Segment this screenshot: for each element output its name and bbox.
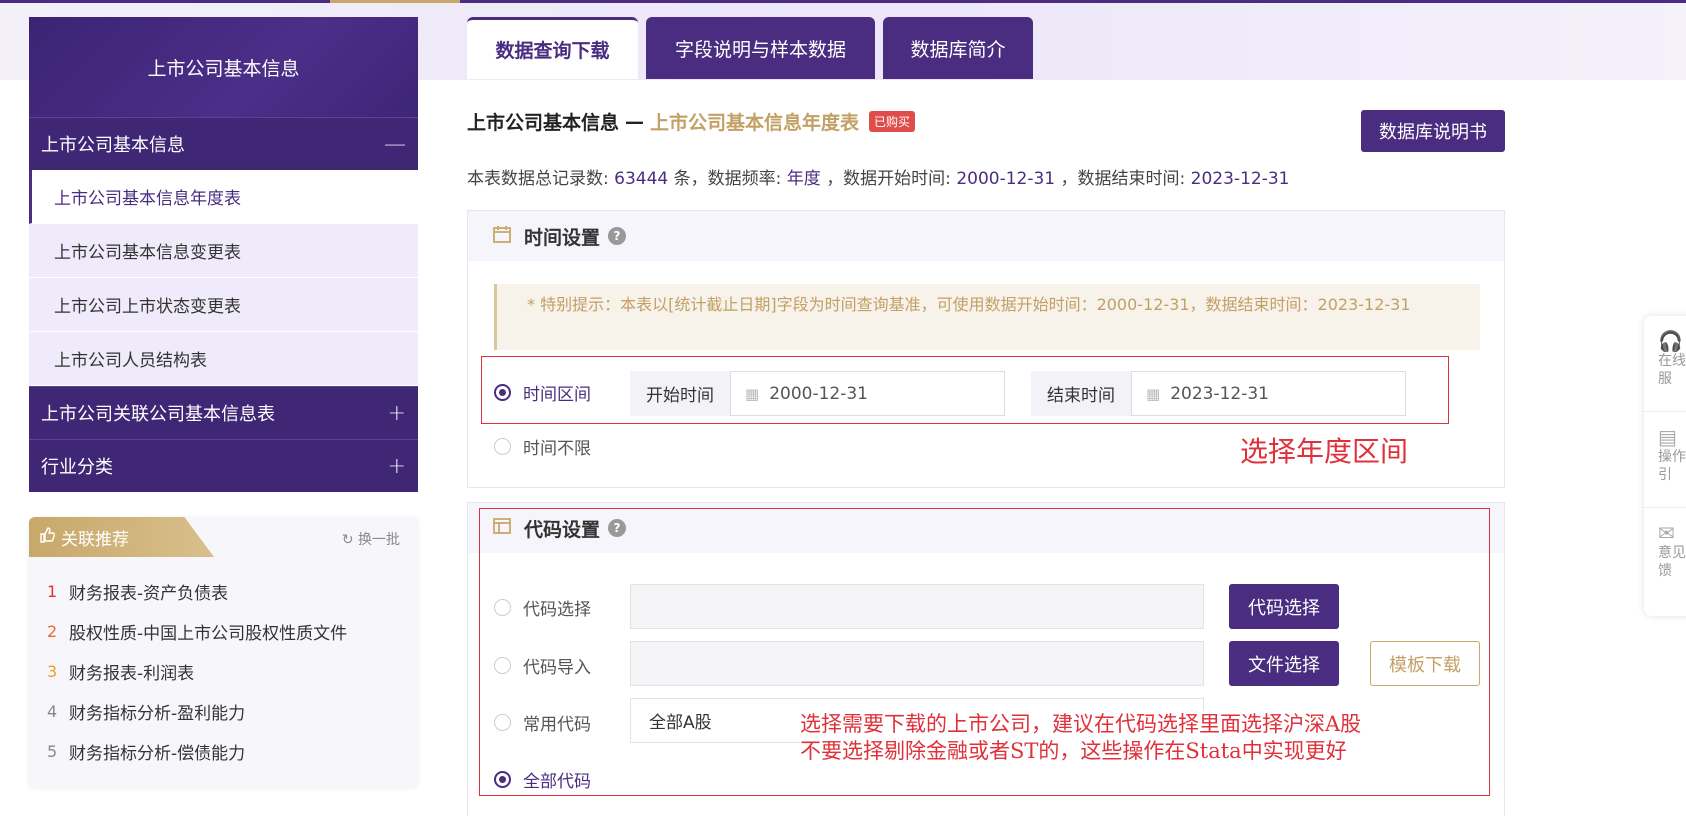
tab-data-query[interactable]: 数据查询下载 xyxy=(467,17,638,79)
recommend-list: 1 财务报表-资产负债表 2 股权性质-中国上市公司股权性质文件 3 财务报表-利润表… xyxy=(29,557,418,771)
sidebar-group-label: 上市公司基本信息 xyxy=(41,135,185,156)
time-notice: * 特别提示：本表以[统计截止日期]字段为时间查询基准，可使用数据开始时间：20… xyxy=(494,284,1480,350)
recommend-tab: 关联推荐 xyxy=(29,517,214,557)
top-gold-accent xyxy=(330,0,460,3)
radio-time-unlimited[interactable]: 时间不限 xyxy=(494,434,591,459)
floating-service-bar: 🎧 在线客服 ▤ 操作指引 ✉ 意见反馈 xyxy=(1644,316,1686,616)
sidebar-group-affiliates[interactable]: 上市公司关联公司基本信息表 + xyxy=(29,386,418,439)
calendar-icon xyxy=(492,224,512,249)
table-name: 上市公司基本信息年度表 xyxy=(650,112,860,134)
table-stats: 本表数据总记录数: 63444 条，数据频率: 年度 ，数据开始时间: 2000… xyxy=(467,169,1290,189)
guide-icon: ▤ xyxy=(1658,425,1677,449)
related-recommend-box: 关联推荐 ↻ 换一批 1 财务报表-资产负债表 2 股权性质-中国上市公司股权性质文… xyxy=(29,517,418,787)
purchased-badge: 已购买 xyxy=(869,111,916,132)
headset-icon: 🎧 xyxy=(1658,329,1683,353)
operation-guide-button[interactable]: ▤ 操作指引 xyxy=(1644,412,1686,508)
annotation-text-time: 选择年度区间 xyxy=(1240,435,1409,468)
recommend-item[interactable]: 4 财务指标分析-盈利能力 xyxy=(47,691,418,731)
recommend-item[interactable]: 5 财务指标分析-偿债能力 xyxy=(47,731,418,771)
sidebar-item-staff-structure[interactable]: 上市公司人员结构表 xyxy=(29,332,418,386)
db-manual-button[interactable]: 数据库说明书 xyxy=(1361,110,1505,152)
time-settings-header: 时间设置 ? xyxy=(468,211,1504,261)
recommend-item[interactable]: 2 股权性质-中国上市公司股权性质文件 xyxy=(47,611,418,651)
refresh-icon: ↻ xyxy=(341,532,354,548)
tab-db-intro[interactable]: 数据库简介 xyxy=(883,17,1033,79)
sidebar-header: 上市公司基本信息 xyxy=(29,17,418,117)
sidebar: 上市公司基本信息 上市公司基本信息 — 上市公司基本信息年度表 上市公司基本信息… xyxy=(29,17,418,492)
main-tabs: 数据查询下载 字段说明与样本数据 数据库简介 xyxy=(467,17,1033,79)
sidebar-item-listing-status[interactable]: 上市公司上市状态变更表 xyxy=(29,278,418,332)
page-title: 上市公司基本信息 — 上市公司基本信息年度表 已购买 xyxy=(467,108,916,135)
sidebar-group-basic-info[interactable]: 上市公司基本信息 — xyxy=(29,117,418,170)
refresh-batch-link[interactable]: ↻ 换一批 xyxy=(342,529,400,549)
annotation-text-code: 选择需要下载的上市公司，建议在代码选择里面选择沪深A股 不要选择剔除金融或者ST… xyxy=(800,711,1362,765)
top-accent-line xyxy=(0,0,1686,3)
sidebar-item-change[interactable]: 上市公司基本信息变更表 xyxy=(29,224,418,278)
sidebar-group-label: 行业分类 xyxy=(41,457,113,478)
radio-button[interactable] xyxy=(494,438,511,455)
feedback-button[interactable]: ✉ 意见反馈 xyxy=(1644,508,1686,604)
collapse-icon[interactable]: — xyxy=(384,132,406,157)
expand-icon[interactable]: + xyxy=(388,454,406,479)
feedback-icon: ✉ xyxy=(1658,521,1675,545)
online-service-button[interactable]: 🎧 在线客服 xyxy=(1644,316,1686,412)
tab-field-description[interactable]: 字段说明与样本数据 xyxy=(646,17,875,79)
sidebar-group-label: 上市公司关联公司基本信息表 xyxy=(41,404,275,425)
recommend-item[interactable]: 3 财务报表-利润表 xyxy=(47,651,418,691)
thumbs-up-icon xyxy=(39,526,56,548)
sidebar-group-industry[interactable]: 行业分类 + xyxy=(29,439,418,492)
annotation-box-time xyxy=(481,356,1449,424)
expand-icon[interactable]: + xyxy=(388,401,406,426)
sidebar-item-annual[interactable]: 上市公司基本信息年度表 xyxy=(29,170,418,224)
recommend-item[interactable]: 1 财务报表-资产负债表 xyxy=(47,571,418,611)
recommend-title: 关联推荐 xyxy=(61,529,129,550)
help-icon[interactable]: ? xyxy=(608,227,627,245)
